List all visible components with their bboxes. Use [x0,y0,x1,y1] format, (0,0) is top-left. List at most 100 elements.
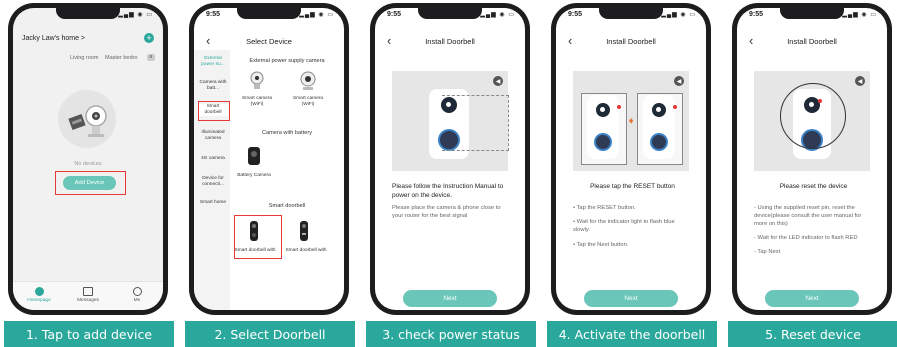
install-screen-reset: 9:55 ▂▄▆ ◉ ▭ ‹ Install Doorbell ◀ Please… [737,8,887,310]
highlight-box [198,101,230,121]
instruction-body: Please place the camera & phone close to… [392,205,501,220]
next-button[interactable]: Next [765,290,859,307]
next-button[interactable]: Next [403,290,497,307]
phone-notch [599,8,663,19]
doorbell-image [587,95,619,159]
tab-messages[interactable]: Messages [68,287,108,303]
profile-tab-icon [132,287,142,296]
signal-icon: ▂▄▆ ◉ ▭ [480,12,515,18]
menu-icon[interactable]: ≡ [147,54,155,61]
phone-notch [780,8,844,19]
device-battery-camera[interactable]: Battery Camera [232,173,276,179]
category-battery[interactable]: Camera with batt... [198,80,228,92]
status-time: 9:55 [387,11,402,18]
select-device-screen: 9:55 ▂▄▆ ◉ ▭ ‹ Select Device External po… [194,8,344,310]
panel-check-power: 9:55 ▂▄▆ ◉ ▭ ‹ Install Doorbell ◀ Please… [366,0,536,347]
panel-activate-doorbell: 9:55 ▂▄▆ ◉ ▭ ‹ Install Doorbell ◀ ➧ Plea… [547,0,717,347]
device-smart-camera-1[interactable]: Smart camera (WiFi) [234,96,280,108]
tab-label: Messages [77,298,99,303]
tab-label: Homepage [27,298,51,303]
reset-illustration: ◀ [754,71,870,171]
room-tab-living[interactable]: Living room [70,55,98,61]
category-illuminated[interactable]: Illuminated camera [198,130,228,142]
category-connecting[interactable]: Device for connecti... [198,176,228,188]
doorbell-image [643,95,675,159]
status-time: 9:55 [568,11,583,18]
tab-bar: Homepage Messages Me [13,281,163,310]
home-title[interactable]: Jacky Law's home > [22,35,85,42]
section-external: External power supply camera [249,58,325,64]
signal-icon: ▂▄▆ ◉ ▭ [299,12,334,18]
indicator-light [818,99,822,103]
signal-icon: ▂▄▆ ◉ ▭ [661,12,696,18]
section-battery: Camera with battery [261,130,313,136]
phone-frame: 9:55 ▂▄▆ ◉ ▭ ‹ Install Doorbell ◀ ➧ Plea… [551,3,711,315]
page-title: Select Device [246,37,292,46]
bulb-camera-icon [249,71,265,91]
signal-icon: ▂▄▆ ◉ ▭ [118,12,153,18]
tab-homepage[interactable]: Homepage [19,287,59,303]
phone-frame: 9:55 ▂▄▆ ◉ ▭ ‹ Install Doorbell ◀ Please… [370,3,530,315]
step-caption: 5. Reset device [728,321,897,347]
category-4g[interactable]: 4G camera [198,156,228,162]
page-title: Install Doorbell [606,37,656,46]
tab-me[interactable]: Me [117,287,157,303]
category-external[interactable]: External power su... [198,56,228,68]
instruction-step-2: - Wait for the LED indicator to flash RE… [754,235,858,241]
tab-label: Me [133,298,141,303]
next-button[interactable]: Next [584,290,678,307]
instruction-step-3: - Tap Next [754,249,781,255]
highlight-box [234,215,282,259]
phone-frame: ▂▄▆ ◉ ▭ Jacky Law's home > + Living room… [8,3,168,315]
signal-icon: ▂▄▆ ◉ ▭ [842,12,877,18]
focus-circle [780,83,846,149]
phone-frame: 9:55 ▂▄▆ ◉ ▭ ‹ Select Device External po… [189,3,349,315]
phone-notch [418,8,482,19]
step-caption: 3. check power status [366,321,536,347]
phone-frame: 9:55 ▂▄▆ ◉ ▭ ‹ Install Doorbell ◀ Please… [732,3,892,315]
doorbell-device-icon [300,221,308,241]
arrow-right-icon: ➧ [627,116,636,127]
category-smart-home[interactable]: Smart home [198,200,228,206]
step-caption: 2. Select Doorbell [185,321,355,347]
device-sub: (WiFi) [250,101,264,107]
instruction-heading: Please reset the device [779,183,848,190]
instruction-heading: Please tap the RESET button [590,183,675,190]
panel-tap-to-add: ▂▄▆ ◉ ▭ Jacky Law's home > + Living room… [4,0,174,347]
plus-icon[interactable]: + [144,33,154,43]
phone-notch [237,8,301,19]
instruction-step-3: • Tap the Next button. [573,242,629,248]
status-time: 9:55 [749,11,764,18]
phone-notch [56,8,120,19]
panel-select-doorbell: 9:55 ▂▄▆ ◉ ▭ ‹ Select Device External po… [185,0,355,347]
install-screen-power: 9:55 ▂▄▆ ◉ ▭ ‹ Install Doorbell ◀ Please… [375,8,525,310]
page-title: Install Doorbell [425,37,475,46]
device-smart-camera-2[interactable]: Smart camera (WiFi) [285,96,331,108]
dashed-line [442,95,509,151]
highlight-box [55,171,126,195]
messages-tab-icon [83,287,93,296]
step-caption: 4. Activate the doorbell [547,321,717,347]
speaker-icon[interactable]: ◀ [493,76,503,86]
instruction-heading: Please follow the Instruction Manual to … [392,183,504,200]
device-sub: (WiFi) [301,101,315,107]
page-title: Install Doorbell [787,37,837,46]
instruction-step-2: • Wait for the indicator light to flash … [573,219,675,234]
step-caption: 1. Tap to add device [4,321,174,347]
room-tab-master[interactable]: Master bedro [105,55,137,61]
home-tab-icon [34,287,44,296]
indoor-camera-icon [300,71,316,91]
home-screen: ▂▄▆ ◉ ▭ Jacky Law's home > + Living room… [13,8,163,310]
device-smart-doorbell-2[interactable]: Smart doorbell with [283,248,329,254]
speaker-icon[interactable]: ◀ [674,76,684,86]
indicator-light [673,105,677,109]
status-time: 9:55 [206,11,221,18]
battery-camera-icon [247,146,261,166]
instruction-step-1: • Tap the RESET button. [573,205,636,211]
panel-reset-device: 9:55 ▂▄▆ ◉ ▭ ‹ Install Doorbell ◀ Please… [728,0,897,347]
reset-illustration: ◀ ➧ [573,71,689,171]
speaker-icon[interactable]: ◀ [855,76,865,86]
empty-text: No devices [74,161,102,167]
instruction-step-1: - Using the supplied reset pin, reset th… [754,205,862,228]
indicator-light [617,105,621,109]
